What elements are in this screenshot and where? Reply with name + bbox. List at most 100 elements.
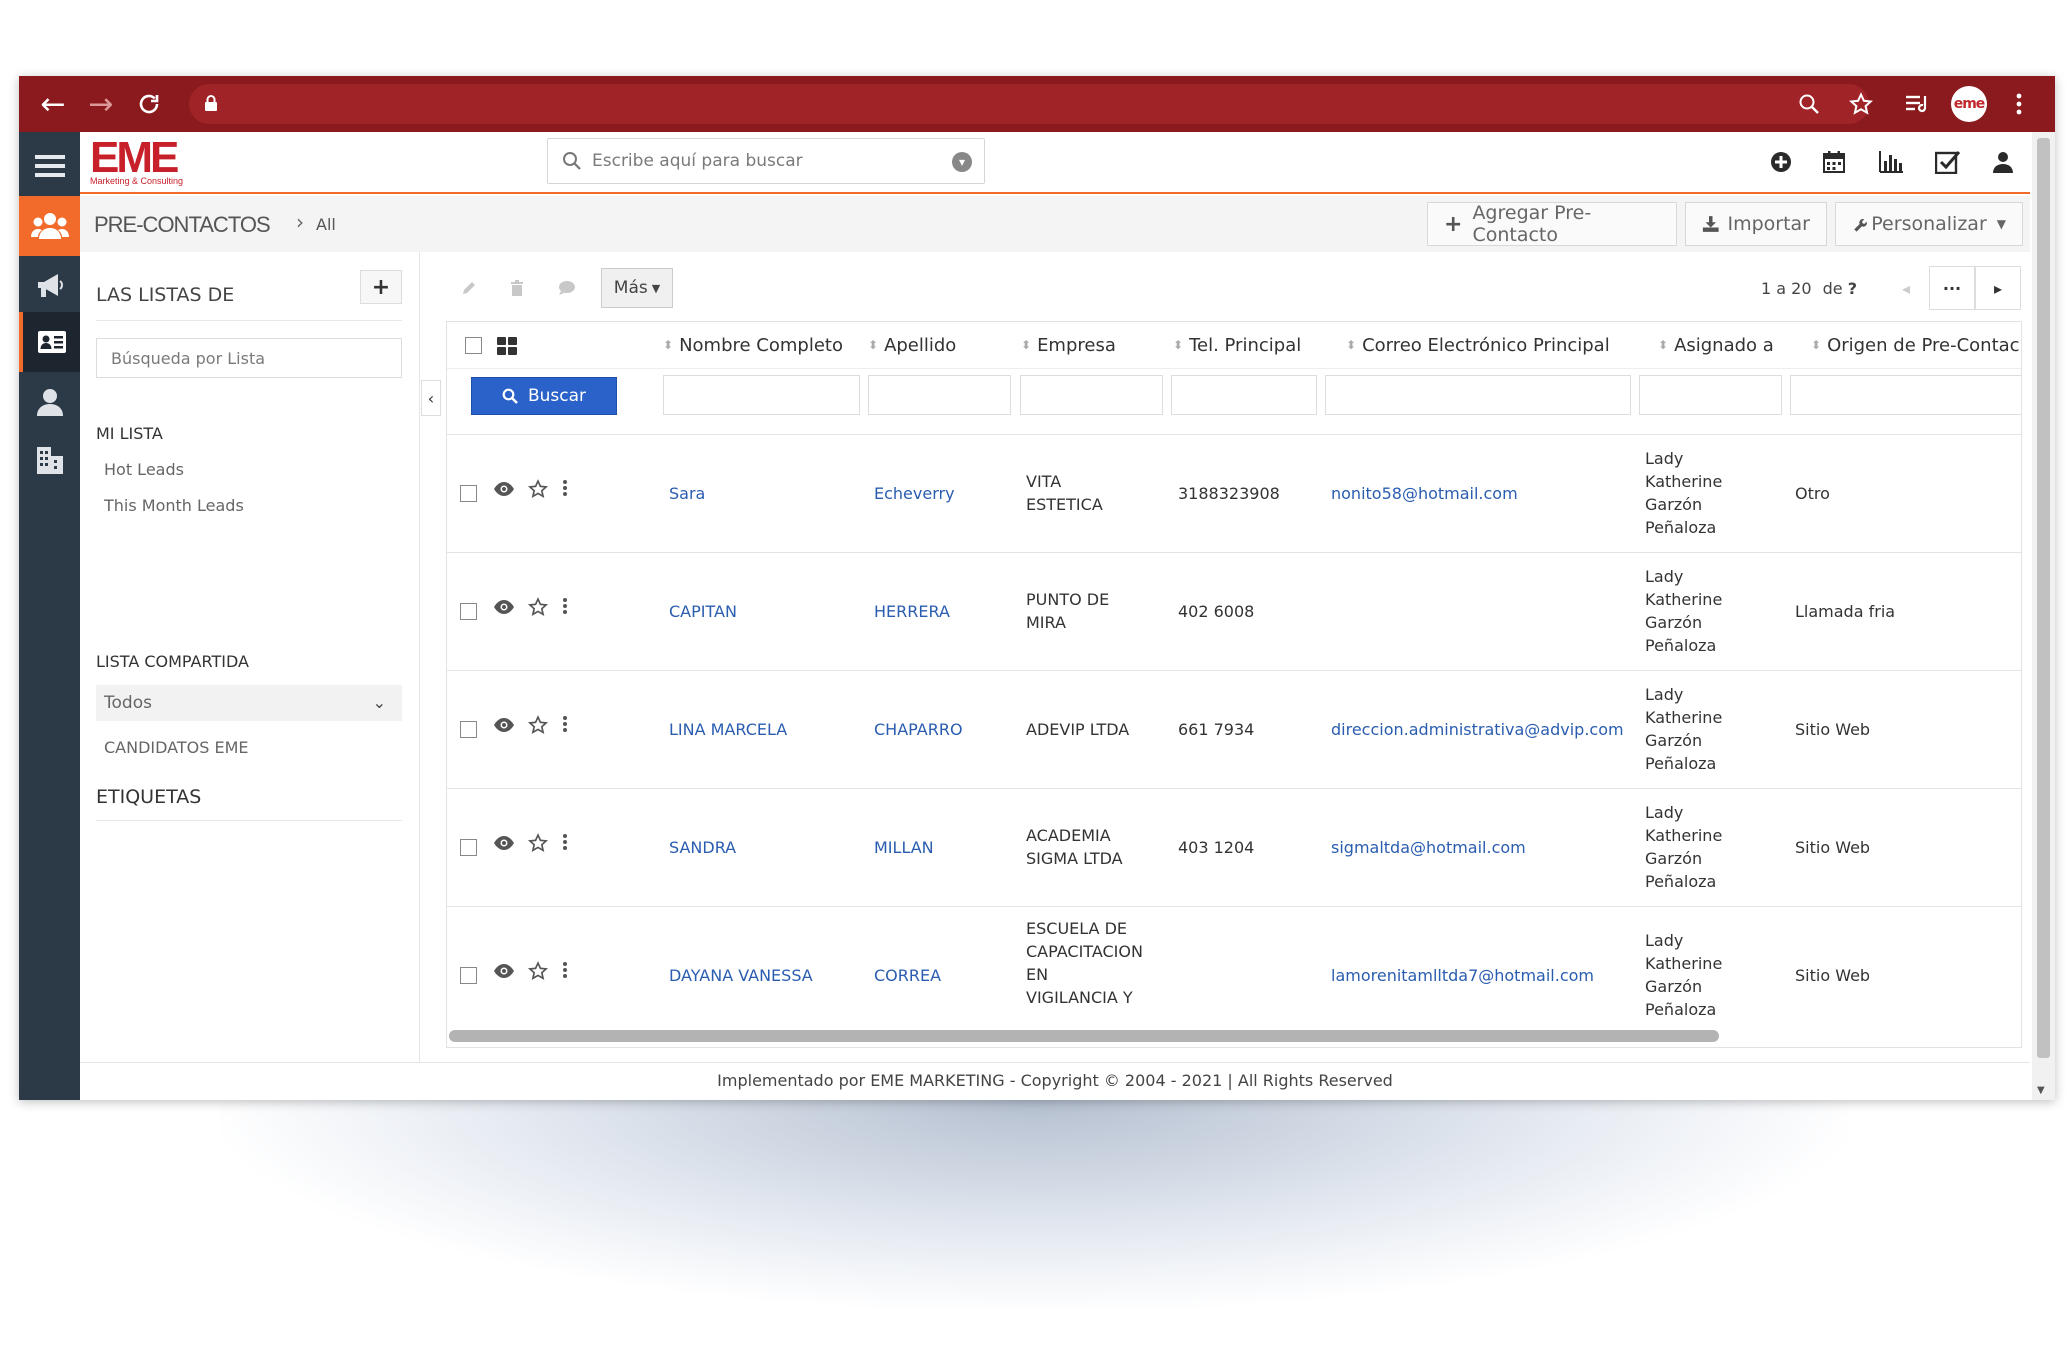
table-row[interactable]: SANDRA MILLAN ACADEMIA SIGMA LTDA 403 120… [447, 788, 2021, 906]
column-header-empresa[interactable]: ⬍ Empresa [1021, 335, 1116, 356]
comment-icon[interactable] [545, 268, 589, 308]
row-checkbox[interactable] [460, 485, 477, 502]
list-item-candidatos-eme[interactable]: CANDIDATOS EME [104, 738, 249, 757]
back-arrow-icon[interactable]: ← [33, 76, 73, 132]
tasks-checkbox-icon[interactable] [1930, 144, 1966, 180]
cell-apellido[interactable]: CORREA [874, 964, 941, 987]
delete-trash-icon[interactable] [495, 268, 539, 308]
global-search[interactable]: ▾ [547, 138, 985, 184]
row-checkbox[interactable] [460, 721, 477, 738]
more-pages-icon[interactable]: ··· [1929, 266, 1975, 310]
table-row[interactable]: Sara Echeverry VITA ESTETICA 3188323908 n… [447, 434, 2021, 552]
prev-page-icon[interactable]: ◂ [1883, 266, 1929, 310]
bookmark-star-icon[interactable] [1841, 76, 1881, 132]
add-pre-contact-button[interactable]: + Agregar Pre-Contacto [1427, 202, 1677, 246]
cell-apellido[interactable]: CHAPARRO [874, 718, 963, 741]
column-header-asignado[interactable]: ⬍ Asignado a [1658, 335, 1774, 356]
nav-companies-building-icon[interactable] [19, 430, 80, 490]
browser-menu-icon[interactable] [1999, 76, 2039, 132]
filter-input-nombre[interactable] [663, 375, 860, 415]
list-item-hot-leads[interactable]: Hot Leads [104, 460, 184, 479]
scroll-down-arrow-icon[interactable]: ▼ [2037, 1085, 2045, 1096]
row-checkbox[interactable] [460, 967, 477, 984]
more-actions-dropdown[interactable]: Más ▼ [601, 268, 673, 308]
nav-campaigns-megaphone-icon[interactable] [19, 256, 80, 316]
filter-input-apellido[interactable] [868, 375, 1011, 415]
row-menu-dots-icon[interactable] [563, 479, 567, 502]
calendar-icon[interactable] [1816, 144, 1852, 180]
filter-input-asignado[interactable] [1639, 375, 1782, 415]
row-checkbox[interactable] [460, 603, 477, 620]
customize-button[interactable]: Personalizar ▼ [1835, 202, 2023, 246]
nav-pre-contacts-card-icon[interactable] [19, 312, 80, 372]
reading-list-icon[interactable] [1897, 76, 1937, 132]
view-eye-icon[interactable] [493, 599, 515, 620]
collapse-sidebar-chevron-icon[interactable]: ‹ [421, 380, 441, 416]
row-checkbox[interactable] [460, 839, 477, 856]
column-header-correo[interactable]: ⬍ Correo Electrónico Principal [1346, 335, 1610, 356]
reload-icon[interactable] [129, 76, 169, 132]
table-row[interactable]: DAYANA VANESSA CORREA ESCUELA DE CAPACITA… [447, 906, 2021, 1047]
reports-bar-chart-icon[interactable] [1873, 144, 1909, 180]
import-button[interactable]: Importar [1685, 202, 1827, 246]
cell-nombre[interactable]: SANDRA [669, 836, 736, 859]
profile-avatar[interactable]: eme [1951, 86, 1987, 122]
filter-input-correo[interactable] [1325, 375, 1631, 415]
favorite-star-icon[interactable] [527, 715, 549, 740]
filter-input-origen[interactable] [1790, 375, 2021, 415]
eme-logo[interactable]: EME Marketing & Consulting [90, 136, 210, 188]
column-header-apellido[interactable]: ⬍ Apellido [868, 335, 956, 356]
shared-list-select[interactable]: Todos ⌄ [96, 685, 402, 721]
row-menu-dots-icon[interactable] [563, 833, 567, 856]
cell-correo[interactable]: nonito58@hotmail.com [1331, 482, 1518, 505]
quick-create-plus-icon[interactable] [1763, 144, 1799, 180]
zoom-icon[interactable] [1789, 76, 1829, 132]
favorite-star-icon[interactable] [527, 597, 549, 622]
select-all-checkbox[interactable] [465, 337, 482, 354]
cell-nombre[interactable]: LINA MARCELA [669, 718, 787, 741]
favorite-star-icon[interactable] [527, 479, 549, 504]
nav-contacts-person-icon[interactable] [19, 372, 80, 432]
favorite-star-icon[interactable] [527, 833, 549, 858]
horizontal-scrollbar[interactable] [449, 1030, 1719, 1042]
view-eye-icon[interactable] [493, 835, 515, 856]
cell-correo[interactable]: sigmaltda@hotmail.com [1331, 836, 1526, 859]
view-eye-icon[interactable] [493, 963, 515, 984]
list-item-this-month-leads[interactable]: This Month Leads [104, 496, 244, 515]
filter-input-empresa[interactable] [1020, 375, 1163, 415]
chevron-down-icon[interactable]: ▾ [952, 152, 972, 172]
scrollbar-thumb[interactable] [2037, 138, 2050, 1058]
column-layout-grid-icon[interactable] [497, 337, 517, 359]
cell-apellido[interactable]: MILLAN [874, 836, 934, 859]
cell-correo[interactable]: direccion.administrativa@advip.com [1331, 718, 1624, 741]
user-profile-icon[interactable] [1985, 144, 2021, 180]
favorite-star-icon[interactable] [527, 961, 549, 986]
edit-pencil-icon[interactable] [447, 268, 491, 308]
vertical-scrollbar[interactable]: ▼ [2032, 132, 2055, 1100]
cell-nombre[interactable]: Sara [669, 482, 705, 505]
table-row[interactable]: LINA MARCELA CHAPARRO ADEVIP LTDA 661 79… [447, 670, 2021, 788]
cell-apellido[interactable]: HERRERA [874, 600, 950, 623]
cell-nombre[interactable]: CAPITAN [669, 600, 737, 623]
address-bar[interactable] [189, 84, 1869, 124]
tags-heading[interactable]: ETIQUETAS [96, 786, 201, 808]
forward-arrow-icon[interactable]: → [81, 76, 121, 132]
cell-nombre[interactable]: DAYANA VANESSA [669, 964, 813, 987]
row-menu-dots-icon[interactable] [563, 715, 567, 738]
global-search-input[interactable] [592, 151, 932, 171]
module-title[interactable]: PRE-CONTACTOS [94, 212, 271, 238]
next-page-icon[interactable]: ▸ [1975, 266, 2021, 310]
cell-apellido[interactable]: Echeverry [874, 482, 955, 505]
hamburger-menu-icon[interactable] [19, 136, 80, 196]
search-filter-button[interactable]: Buscar [471, 377, 617, 415]
view-eye-icon[interactable] [493, 481, 515, 502]
add-list-button[interactable]: + [360, 270, 402, 304]
column-header-nombre[interactable]: ⬍ Nombre Completo [663, 335, 843, 356]
list-search-input[interactable] [96, 338, 402, 378]
cell-correo[interactable]: lamorenitamlltda7@hotmail.com [1331, 964, 1594, 987]
filter-input-telefono[interactable] [1171, 375, 1317, 415]
view-eye-icon[interactable] [493, 717, 515, 738]
row-menu-dots-icon[interactable] [563, 597, 567, 620]
table-row[interactable]: CAPITAN HERRERA PUNTO DE MIRA 402 6008 La… [447, 552, 2021, 670]
column-header-origen[interactable]: ⬍ Origen de Pre-Contac [1811, 335, 2020, 356]
